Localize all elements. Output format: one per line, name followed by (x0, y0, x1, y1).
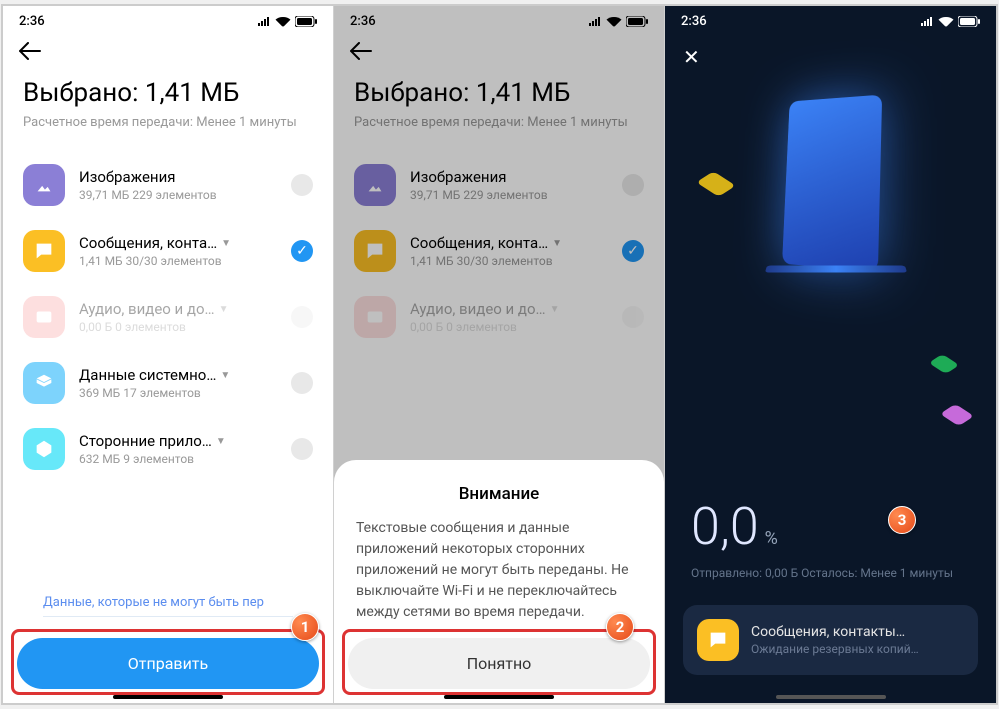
unsupported-data-link[interactable]: Данные, которые не могут быть пер (43, 583, 293, 617)
status-icons (257, 16, 317, 27)
step-badge-3: 3 (888, 506, 916, 534)
images-icon (354, 164, 396, 206)
attention-sheet: Внимание Текстовые сообщения и данные пр… (334, 460, 664, 703)
back-button[interactable] (3, 33, 333, 74)
item-media[interactable]: Аудио, видео и до…▼0,00 Б 0 элементов (23, 284, 313, 350)
status-time: 2:36 (350, 14, 376, 29)
media-icon (354, 296, 396, 338)
page-title: Выбрано: 1,41 МБ (334, 74, 664, 114)
checkbox[interactable] (291, 372, 313, 394)
screen-transfer-progress: 2:36 ✕ 0,0 % 3 Отправлено: 0,00 Б Остало… (665, 6, 996, 703)
messages-icon (697, 619, 739, 661)
phone-illustration (766, 96, 896, 296)
page-title: Выбрано: 1,41 МБ (3, 74, 333, 114)
item-media: Аудио, видео и до…▼0,00 Б 0 элементов (354, 284, 644, 350)
checkbox[interactable] (291, 174, 313, 196)
item-images[interactable]: Изображения39,71 МБ 229 элементов (23, 152, 313, 218)
status-bar: 2:36 (665, 6, 996, 33)
status-time: 2:36 (681, 14, 707, 29)
messages-icon (354, 230, 396, 272)
chevron-down-icon: ▼ (220, 370, 230, 381)
send-button[interactable]: Отправить (17, 638, 319, 689)
chevron-down-icon: ▼ (221, 238, 231, 249)
progress-subtitle: Отправлено: 0,00 Б Осталось: Менее 1 мин… (691, 566, 953, 580)
item-apps[interactable]: Сторонние прило…▼632 МБ 9 элементов (23, 416, 313, 482)
close-button[interactable]: ✕ (665, 33, 996, 81)
checkbox (622, 174, 644, 196)
images-icon (23, 164, 65, 206)
chevron-down-icon: ▼ (219, 304, 229, 315)
step-badge-2: 2 (606, 613, 634, 641)
decor-tile (940, 404, 974, 426)
item-images: Изображения39,71 МБ 229 элементов (354, 152, 644, 218)
status-bar: 2:36 (3, 6, 333, 33)
screen-select-data: 2:36 Выбрано: 1,41 МБ Расчетное время пе… (3, 6, 334, 703)
decor-tile (696, 171, 735, 197)
media-icon (23, 296, 65, 338)
chevron-down-icon: ▼ (216, 436, 226, 447)
home-indicator (113, 695, 223, 699)
screen-attention-dialog: 2:36 Выбрано: 1,41 МБ Расчетное время пе… (334, 6, 665, 703)
page-subtitle: Расчетное время передачи: Менее 1 минуты (3, 114, 333, 152)
checkbox (622, 306, 644, 328)
checkbox[interactable] (291, 306, 313, 328)
status-bar: 2:36 (334, 6, 664, 33)
item-system[interactable]: Данные системно…▼369 МБ 17 элементов (23, 350, 313, 416)
progress-value: 0,0 % (691, 496, 778, 557)
status-icons (588, 16, 648, 27)
sheet-title: Внимание (356, 484, 642, 504)
status-time: 2:36 (19, 14, 45, 29)
messages-icon (23, 230, 65, 272)
item-messages[interactable]: Сообщения, конта…▼1,41 МБ 30/30 элементо… (23, 218, 313, 284)
ok-button[interactable]: Понятно (348, 638, 650, 689)
page-subtitle: Расчетное время передачи: Менее 1 минуты (334, 114, 664, 152)
status-icons (920, 16, 980, 27)
checkbox-checked: ✓ (622, 240, 644, 262)
checkbox[interactable] (291, 438, 313, 460)
transfer-card: Сообщения, контакты… Ожидание резервных … (683, 605, 978, 675)
home-indicator (444, 695, 554, 699)
decor-tile (929, 354, 960, 374)
sheet-body: Текстовые сообщения и данные приложений … (356, 518, 642, 623)
step-badge-1: 1 (291, 613, 319, 641)
apps-icon (23, 428, 65, 470)
item-messages: Сообщения, конта…▼1,41 МБ 30/30 элементо… (354, 218, 644, 284)
system-icon (23, 362, 65, 404)
checkbox-checked[interactable]: ✓ (291, 240, 313, 262)
back-button[interactable] (334, 33, 664, 74)
home-indicator (776, 695, 886, 699)
